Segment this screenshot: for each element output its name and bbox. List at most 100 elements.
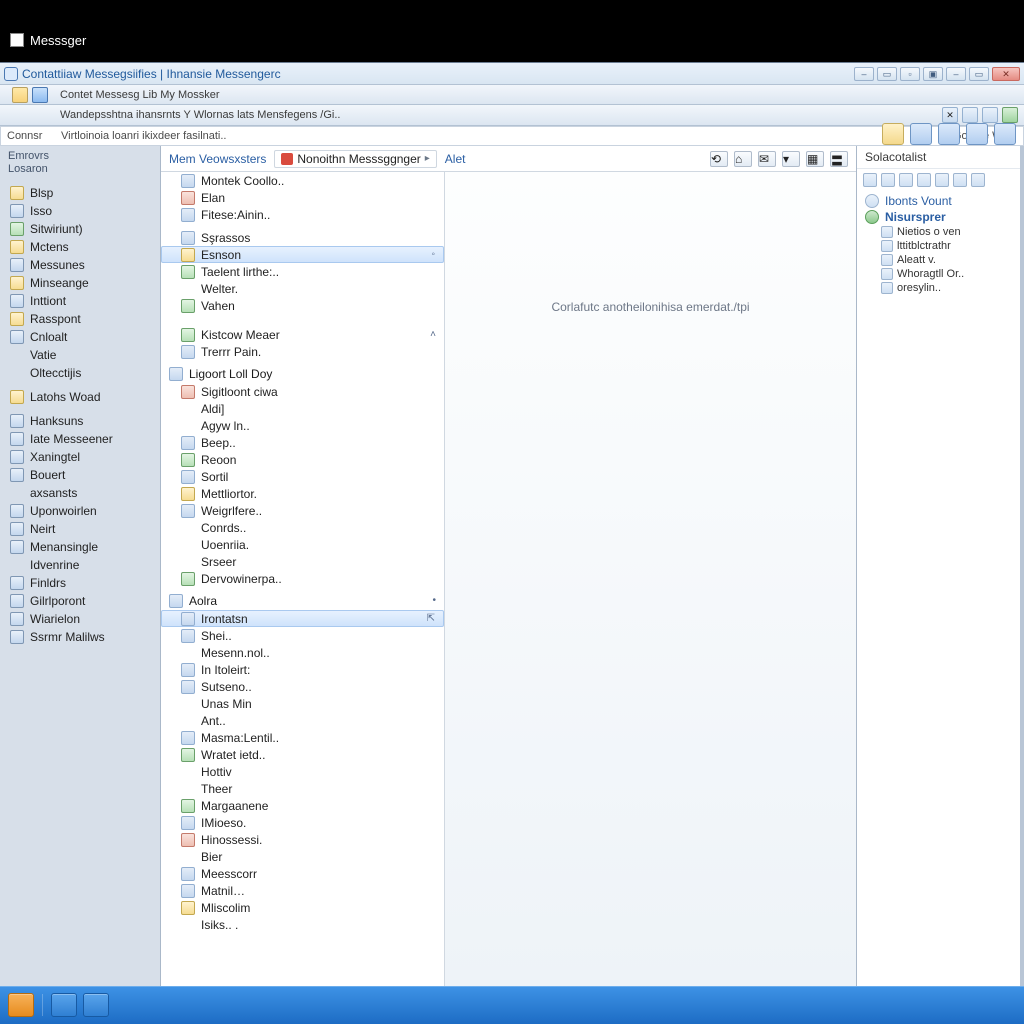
tool-e[interactable]: ▦	[806, 151, 824, 167]
r-ico-5[interactable]	[935, 173, 949, 187]
sidebar-item[interactable]: Cnloalt	[0, 328, 160, 346]
sidebar-item[interactable]: Gilrlporont	[0, 592, 160, 610]
tool-a[interactable]: ⟲	[710, 151, 728, 167]
taskbar-app-2[interactable]	[83, 993, 109, 1017]
tree-item[interactable]: IMioeso.	[161, 814, 444, 831]
tree-item[interactable]: Agyw ln..	[161, 417, 444, 434]
sidebar-item[interactable]: Iate Messeener	[0, 430, 160, 448]
tree-item[interactable]: Kistcow Meaer˄	[161, 326, 444, 343]
r-ico-7[interactable]	[971, 173, 985, 187]
sidebar-item[interactable]: Xaningtel	[0, 448, 160, 466]
tool-icon-1[interactable]	[962, 107, 978, 123]
tree-item[interactable]: Aolra•	[161, 591, 444, 610]
close-tab-icon[interactable]: ✕	[942, 107, 958, 123]
tree-item[interactable]: Uoenriia.	[161, 536, 444, 553]
folder-icon[interactable]	[12, 87, 28, 103]
sidebar-item[interactable]: Minseange	[0, 274, 160, 292]
tree-item[interactable]: Shei..	[161, 627, 444, 644]
r-ico-1[interactable]	[863, 173, 877, 187]
tool-icon-3[interactable]	[1002, 107, 1018, 123]
r-ico-6[interactable]	[953, 173, 967, 187]
sidebar-item[interactable]: Vatie	[0, 346, 160, 364]
sidebar-item[interactable]: Inttiont	[0, 292, 160, 310]
sidebar-item[interactable]: Latohs Woad	[0, 388, 160, 406]
tree-item[interactable]: Mliscolim	[161, 899, 444, 916]
close-button[interactable]: ✕	[992, 67, 1020, 81]
right-sub-item[interactable]: Whoragtll Or..	[859, 267, 1018, 281]
window-titlebar[interactable]: Contattiiaw Messegsiifies | Ihnansie Mes…	[0, 63, 1024, 85]
sidebar-item[interactable]: Sitwiriunt)	[0, 220, 160, 238]
wc-6[interactable]: ▭	[969, 67, 989, 81]
center-head-link[interactable]: Mem Veowsxsters	[169, 152, 266, 166]
tool-f[interactable]: 〓	[830, 151, 848, 167]
tree-item[interactable]: Conrds..	[161, 519, 444, 536]
tree-item[interactable]: Taelent lirthe:..	[161, 263, 444, 280]
sidebar-item[interactable]: Menansingle	[0, 538, 160, 556]
tree-item[interactable]: Welter.	[161, 280, 444, 297]
tree-item[interactable]: Elan	[161, 189, 444, 206]
tree-item[interactable]: Hinossessi.	[161, 831, 444, 848]
right-sub-item[interactable]: Aleatt v.	[859, 253, 1018, 267]
tree-item[interactable]: Ligoort Loll Doy	[161, 364, 444, 383]
right-sub-item[interactable]: Nietios o ven	[859, 225, 1018, 239]
sidebar-item[interactable]: Wiarielon	[0, 610, 160, 628]
collapse-icon[interactable]: ˄	[430, 329, 436, 340]
app-tab-icon[interactable]	[32, 87, 48, 103]
r-ico-2[interactable]	[881, 173, 895, 187]
tree-item[interactable]: In Itoleirt:	[161, 661, 444, 678]
tree-item[interactable]: Srseer	[161, 553, 444, 570]
tree-item[interactable]: Weigrlfere..	[161, 502, 444, 519]
tab-2[interactable]: Wandepsshtna ihansrnts Y Wlornas lats Me…	[60, 109, 340, 121]
tool-b[interactable]: ⌂	[734, 151, 752, 167]
tool-c[interactable]: ✉	[758, 151, 776, 167]
tree-item[interactable]: Wratet ietd..	[161, 746, 444, 763]
start-button[interactable]	[8, 993, 34, 1017]
tree-item[interactable]: Matnil…	[161, 882, 444, 899]
sidebar-item[interactable]: Rasspont	[0, 310, 160, 328]
tree-item[interactable]: Sortil	[161, 468, 444, 485]
tree-item[interactable]: Unas Min	[161, 695, 444, 712]
tree-item[interactable]: Sigitloont ciwa	[161, 383, 444, 400]
tree-item[interactable]: Dervowinerpa..	[161, 570, 444, 587]
tree-item[interactable]: Bier	[161, 848, 444, 865]
tree-item[interactable]: Esnson◦	[161, 246, 444, 263]
right-sub-item[interactable]: oresylin..	[859, 281, 1018, 295]
shortcut-2-icon[interactable]	[910, 123, 932, 145]
right-sub-item[interactable]: lttitblctrathr	[859, 239, 1018, 253]
right-link-2[interactable]: Nisursprer	[859, 209, 1018, 225]
taskbar-app-1[interactable]	[51, 993, 77, 1017]
tree-item[interactable]: Beep..	[161, 434, 444, 451]
tree-item[interactable]: Aldi]	[161, 400, 444, 417]
right-link-1[interactable]: Ibonts Vount	[859, 193, 1018, 209]
tree-item[interactable]: Sşrassos	[161, 229, 444, 246]
tree-item[interactable]: Isiks.. .	[161, 916, 444, 933]
center-chip[interactable]: Nonoithn Messsggnger ▸	[274, 150, 436, 168]
sidebar-item[interactable]: Mctens	[0, 238, 160, 256]
sidebar-item[interactable]: Finldrs	[0, 574, 160, 592]
tree-item[interactable]: Irontatsn⇱	[161, 610, 444, 627]
sidebar-item[interactable]: Messunes	[0, 256, 160, 274]
wc-5[interactable]: –	[946, 67, 966, 81]
wc-1[interactable]: –	[854, 67, 874, 81]
sidebar-item[interactable]: Hanksuns	[0, 412, 160, 430]
center-link-2[interactable]: Alet	[445, 152, 466, 166]
tree-item[interactable]: Vahen	[161, 297, 444, 314]
shortcut-1-icon[interactable]	[882, 123, 904, 145]
sidebar-item[interactable]: Blsp	[0, 184, 160, 202]
taskbar[interactable]	[0, 986, 1024, 1024]
sidebar-item[interactable]: Idvenrine	[0, 556, 160, 574]
tree-item[interactable]: Montek Coollo..	[161, 172, 444, 189]
shortcut-4-icon[interactable]	[966, 123, 988, 145]
shortcut-5-icon[interactable]	[994, 123, 1016, 145]
tree-item[interactable]: Ant..	[161, 712, 444, 729]
tab-1[interactable]: Contet Messesg Lib My Mossker	[60, 89, 220, 101]
wc-3[interactable]: ▫	[900, 67, 920, 81]
sidebar-item[interactable]: Ssrmr Malilws	[0, 628, 160, 646]
tree-item[interactable]: Hottiv	[161, 763, 444, 780]
r-ico-3[interactable]	[899, 173, 913, 187]
sidebar-item[interactable]: Isso	[0, 202, 160, 220]
wc-2[interactable]: ▭	[877, 67, 897, 81]
tree-item[interactable]: Mettliortor.	[161, 485, 444, 502]
tree-item[interactable]: Mesenn.nol..	[161, 644, 444, 661]
sidebar-item[interactable]: Uponwoirlen	[0, 502, 160, 520]
